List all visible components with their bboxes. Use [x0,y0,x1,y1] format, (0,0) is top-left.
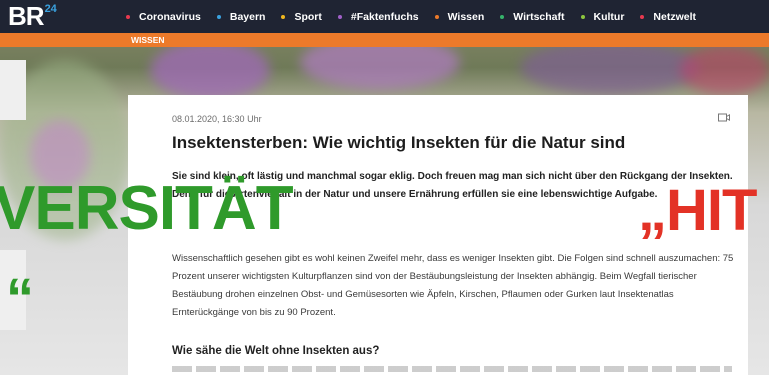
side-strip [0,60,26,120]
category-dot-icon [126,14,130,19]
flower-blur [150,40,270,100]
nav-item-wissen[interactable]: Wissen [434,10,485,23]
nav-item-label: Coronavirus [139,10,201,23]
nav-item-coronavirus[interactable]: Coronavirus [126,11,201,23]
nav-item-label: Wirtschaft [513,10,565,23]
nav-item-netzwelt[interactable]: Netzwelt [640,11,696,23]
nav-item-label: Wissen [447,10,485,23]
nav-item-label: #Faktenfuchs [350,10,419,23]
article-body: Wissenschaftlich gesehen gibt es wohl ke… [172,253,734,318]
category-dot-icon [580,14,585,19]
nav-item-label: Bayern [229,10,266,23]
nav-item-label: Netzwelt [653,10,697,23]
nav-item-label: Kultur [593,10,625,23]
top-navigation-bar: BR 24 Coronavirus Bayern Sport #Faktenfu… [0,0,769,33]
category-dot-icon [281,14,286,19]
br24-logo[interactable]: BR 24 [8,1,62,33]
article-subheading: Wie sähe die Welt ohne Insekten aus? [172,345,380,357]
category-dot-icon [337,14,342,19]
logo-text: BR [8,1,45,31]
article-title: Insektensterben: Wie wichtig Insekten fü… [172,133,626,152]
category-dot-icon [640,14,645,19]
video-camera-icon[interactable] [718,113,730,122]
nav-item-label: Sport [294,10,322,23]
flower-blur [520,40,700,95]
overlay-quote-left: “ [6,266,34,329]
truncated-text-line [172,366,732,372]
category-dot-icon [216,14,221,19]
section-link-wissen[interactable]: WISSEN [131,33,165,47]
nav-item-sport[interactable]: Sport [281,10,322,23]
article-date: 08.01.2020, 16:30 Uhr [172,114,262,124]
category-dot-icon [434,14,439,19]
nav-item-faktenfuchs[interactable]: #Faktenfuchs [337,10,419,23]
nav-item-kultur[interactable]: Kultur [580,10,625,23]
category-dot-icon [500,14,505,19]
nav-item-wirtschaft[interactable]: Wirtschaft [500,10,565,23]
main-nav: Coronavirus Bayern Sport #Faktenfuchs Wi… [126,0,712,33]
logo-superscript: 24 [44,3,57,15]
section-bar: WISSEN [0,33,769,47]
overlay-text-left: VERSITÄT [0,174,294,243]
flower-blur [680,45,769,95]
nav-item-bayern[interactable]: Bayern [216,10,266,23]
overlay-text-right: „HIT [638,178,757,243]
